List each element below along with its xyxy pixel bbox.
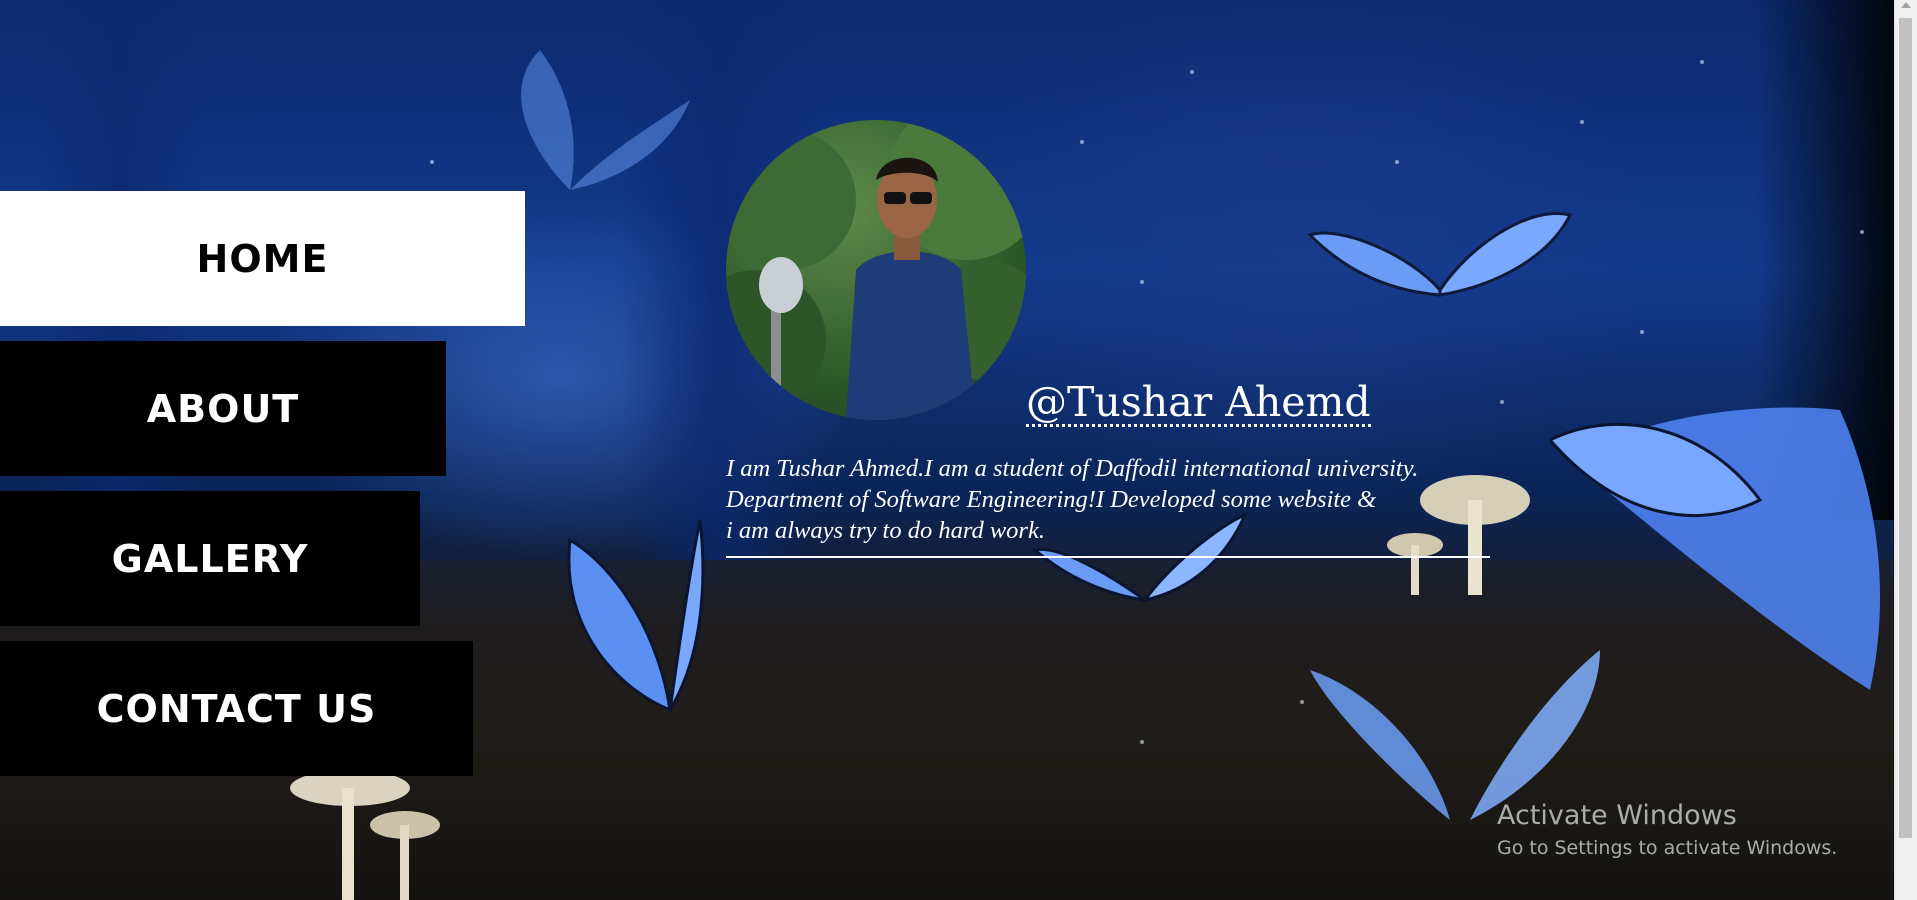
nav-home-link[interactable]: HOME	[0, 191, 525, 326]
sparkle	[1140, 280, 1144, 284]
sparkle	[1860, 230, 1864, 234]
sparkle	[1640, 330, 1644, 334]
sparkle	[1700, 60, 1704, 64]
butterfly-decoration	[1307, 212, 1573, 297]
bio-line: i am always try to do hard work.	[726, 517, 1045, 544]
nav-gallery-link[interactable]: GALLERY	[0, 491, 420, 626]
bio-line: Department of Software Engineering!I Dev…	[726, 486, 1377, 513]
nav-contact-link[interactable]: CONTACT US	[0, 641, 473, 776]
watermark-subtitle: Go to Settings to activate Windows.	[1497, 837, 1838, 859]
profile-bio: I am Tushar Ahmed.I am a student of Daff…	[726, 453, 1490, 558]
activate-windows-watermark: Activate Windows Go to Settings to activ…	[1497, 800, 1837, 859]
vertical-scrollbar[interactable]	[1894, 0, 1917, 900]
sparkle	[1080, 140, 1084, 144]
scrollbar-thumb[interactable]	[1899, 18, 1912, 838]
bio-line: I am Tushar Ahmed.I am a student of Daff…	[726, 455, 1419, 482]
profile-person-illustration	[726, 120, 1026, 420]
sparkle	[1580, 120, 1584, 124]
sparkle	[1300, 700, 1304, 704]
sparkle	[1190, 70, 1194, 74]
sparkle	[430, 160, 434, 164]
scroll-up-arrow-icon[interactable]	[1901, 2, 1911, 8]
butterfly-decoration	[567, 519, 705, 713]
mushroom-decoration	[290, 770, 440, 900]
sparkle	[1395, 160, 1399, 164]
watermark-title: Activate Windows	[1497, 800, 1737, 831]
sparkle	[1140, 740, 1144, 744]
butterfly-decoration	[521, 50, 690, 190]
profile-handle: @Tushar Ahemd	[1026, 378, 1371, 427]
nav-about-link[interactable]: ABOUT	[0, 341, 446, 476]
profile-photo	[726, 120, 1026, 420]
sparkle	[1500, 400, 1504, 404]
